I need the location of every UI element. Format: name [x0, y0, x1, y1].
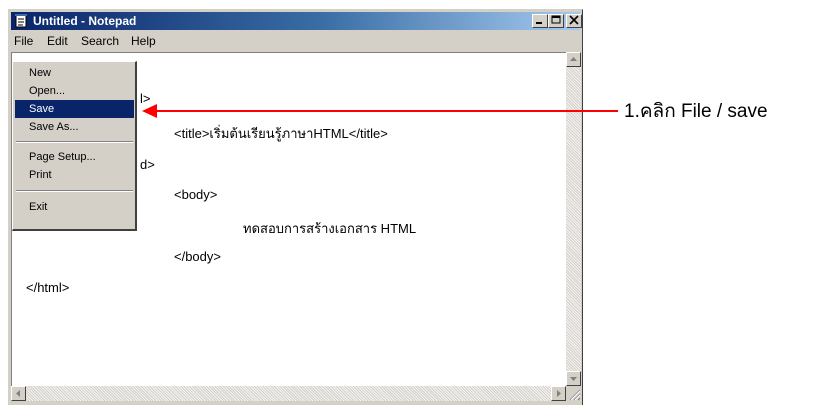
menu-search[interactable]: Search [78, 32, 122, 50]
menu-search-label: Search [81, 34, 120, 48]
menu-bar: File Edit Search Help [11, 32, 580, 50]
maximize-button[interactable] [548, 14, 564, 28]
window-title: Untitled - Notepad [33, 14, 137, 28]
annotation-label: 1.คลิก File / save [624, 101, 768, 122]
menu-separator [16, 190, 133, 192]
menu-item-exit-label: Exit [29, 201, 48, 213]
editor-line-6: </body> [174, 249, 221, 264]
notepad-icon [15, 14, 27, 28]
title-bar[interactable]: Untitled - Notepad [11, 12, 582, 30]
menu-edit-label: Edit [47, 34, 68, 48]
minimize-button[interactable] [532, 14, 548, 28]
menu-item-print[interactable]: Print [15, 166, 134, 184]
editor-line-1: l> [140, 91, 151, 106]
arrow-left-icon [16, 390, 20, 397]
scroll-right-button[interactable] [551, 386, 566, 401]
editor-line-2: <title>เริ่มต้นเรียนรู้ภาษาHTML</title> [174, 126, 388, 141]
editor-line-4: <body> [174, 187, 218, 202]
menu-item-open-label: Open... [29, 85, 66, 97]
menu-file-label: File [14, 34, 34, 48]
maximize-icon [551, 15, 561, 24]
editor-line-7: </html> [26, 280, 70, 295]
menu-item-open[interactable]: Open... [15, 82, 134, 100]
menu-item-save-as[interactable]: Save As... [15, 118, 134, 136]
vertical-scrollbar[interactable] [566, 52, 581, 386]
editor-line-3: d> [140, 157, 155, 172]
menu-item-page-setup[interactable]: Page Setup... [15, 148, 134, 166]
close-icon [569, 15, 579, 25]
arrow-down-icon [570, 377, 577, 381]
close-button[interactable] [566, 14, 582, 28]
menu-item-exit[interactable]: Exit [15, 198, 134, 216]
menu-item-new[interactable]: New [15, 64, 134, 82]
menu-edit[interactable]: Edit [44, 32, 71, 50]
menu-item-page-setup-label: Page Setup... [29, 151, 96, 163]
menu-separator [16, 141, 133, 143]
menu-help-label: Help [131, 34, 156, 48]
arrow-up-icon [570, 57, 577, 61]
scroll-up-button[interactable] [566, 52, 581, 67]
scroll-down-button[interactable] [566, 371, 581, 386]
menu-item-save[interactable]: Save [15, 100, 134, 118]
menu-item-save-label: Save [29, 103, 55, 115]
resize-grip-icon [569, 389, 581, 401]
menu-item-save-as-label: Save As... [29, 121, 79, 133]
horizontal-scrollbar[interactable] [11, 386, 566, 401]
arrow-right-icon [557, 390, 561, 397]
scroll-left-button[interactable] [11, 386, 26, 401]
file-menu-dropdown: New Open... Save Save As... Page Setup..… [12, 61, 137, 231]
menu-item-print-label: Print [29, 169, 52, 181]
resize-grip[interactable] [566, 386, 581, 401]
editor-line-5: ทดสอบการสร้างเอกสาร HTML [243, 221, 417, 236]
menu-file[interactable]: File [11, 32, 36, 50]
menu-item-new-label: New [29, 67, 52, 79]
menu-help[interactable]: Help [128, 32, 159, 50]
minimize-icon [536, 22, 542, 24]
